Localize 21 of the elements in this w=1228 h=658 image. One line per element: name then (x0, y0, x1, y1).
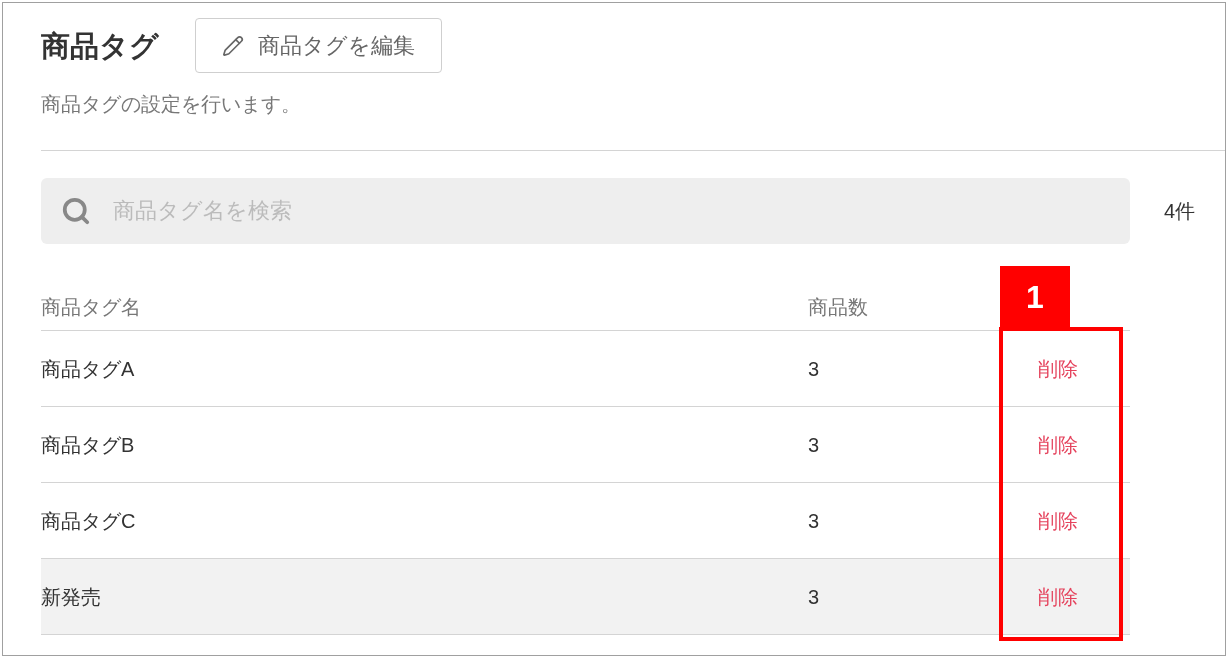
delete-link[interactable]: 削除 (1038, 353, 1078, 384)
callout-label: 1 (1000, 266, 1070, 328)
page-title: 商品タグ (41, 28, 159, 64)
pencil-icon (222, 34, 244, 57)
page-description: 商品タグの設定を行います。 (41, 92, 302, 117)
product-count-cell: 3 (808, 433, 820, 456)
delete-link[interactable]: 削除 (1038, 505, 1078, 536)
product-count-cell: 3 (808, 357, 820, 380)
tag-name-cell: 新発売 (41, 585, 101, 608)
search-icon (61, 196, 91, 226)
edit-tags-button[interactable]: 商品タグを編集 (195, 18, 442, 73)
tag-name-cell: 商品タグA (41, 357, 135, 380)
column-header: 商品数 (808, 295, 868, 318)
tag-name-cell: 商品タグB (41, 433, 135, 456)
product-count-cell: 3 (808, 585, 820, 608)
delete-link[interactable]: 削除 (1038, 581, 1078, 612)
result-count: 4件 (1164, 199, 1196, 224)
delete-link[interactable]: 削除 (1038, 429, 1078, 460)
tag-name-cell: 商品タグC (41, 509, 136, 532)
column-header: 商品タグ名 (41, 295, 141, 318)
product-count-cell: 3 (808, 509, 820, 532)
